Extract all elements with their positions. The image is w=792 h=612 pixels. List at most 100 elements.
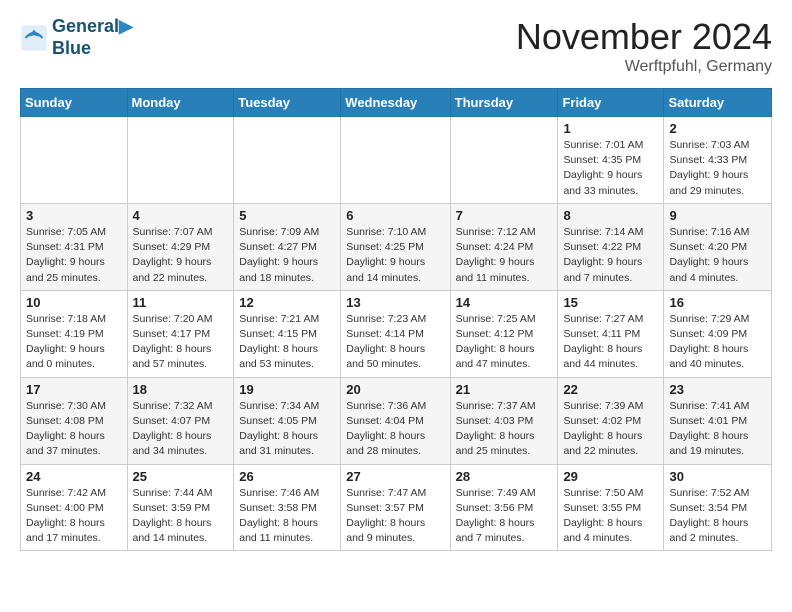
day-number: 4	[133, 208, 229, 223]
calendar-cell: 26Sunrise: 7:46 AM Sunset: 3:58 PM Dayli…	[234, 464, 341, 551]
day-number: 22	[563, 382, 658, 397]
day-info: Sunrise: 7:41 AM Sunset: 4:01 PM Dayligh…	[669, 399, 766, 460]
day-info: Sunrise: 7:42 AM Sunset: 4:00 PM Dayligh…	[26, 486, 122, 547]
day-info: Sunrise: 7:34 AM Sunset: 4:05 PM Dayligh…	[239, 399, 335, 460]
day-info: Sunrise: 7:44 AM Sunset: 3:59 PM Dayligh…	[133, 486, 229, 547]
day-info: Sunrise: 7:32 AM Sunset: 4:07 PM Dayligh…	[133, 399, 229, 460]
day-info: Sunrise: 7:01 AM Sunset: 4:35 PM Dayligh…	[563, 138, 658, 199]
calendar-cell: 22 Sunrise: 7:39 AM Sunset: 4:02 PM Dayli…	[558, 377, 664, 464]
calendar-cell: 27 Sunrise: 7:47 AM Sunset: 3:57 PM Dayli…	[341, 464, 450, 551]
day-number: 13	[346, 295, 444, 310]
day-info: Sunrise: 7:23 AM Sunset: 4:14 PM Dayligh…	[346, 312, 444, 373]
month-title: November 2024	[516, 16, 772, 58]
calendar-cell	[234, 117, 341, 204]
day-number: 20	[346, 382, 444, 397]
calendar-cell: 15 Sunrise: 7:27 AM Sunset: 4:11 PM Dayli…	[558, 290, 664, 377]
day-number: 12	[239, 295, 335, 310]
day-number: 6	[346, 208, 444, 223]
day-info: Sunrise: 7:29 AM Sunset: 4:09 PM Dayligh…	[669, 312, 766, 373]
calendar-cell: 18Sunrise: 7:32 AM Sunset: 4:07 PM Dayli…	[127, 377, 234, 464]
day-info: Sunrise: 7:20 AM Sunset: 4:17 PM Dayligh…	[133, 312, 229, 373]
day-number: 16	[669, 295, 766, 310]
day-number: 5	[239, 208, 335, 223]
day-number: 10	[26, 295, 122, 310]
calendar-cell: 14Sunrise: 7:25 AM Sunset: 4:12 PM Dayli…	[450, 290, 558, 377]
day-info: Sunrise: 7:21 AM Sunset: 4:15 PM Dayligh…	[239, 312, 335, 373]
calendar-week-row: 1Sunrise: 7:01 AM Sunset: 4:35 PM Daylig…	[21, 117, 772, 204]
calendar-cell: 25 Sunrise: 7:44 AM Sunset: 3:59 PM Dayli…	[127, 464, 234, 551]
calendar-day-header: Monday	[127, 89, 234, 117]
calendar-cell: 3Sunrise: 7:05 AM Sunset: 4:31 PM Daylig…	[21, 203, 128, 290]
calendar-cell: 17Sunrise: 7:30 AM Sunset: 4:08 PM Dayli…	[21, 377, 128, 464]
calendar-week-row: 24 Sunrise: 7:42 AM Sunset: 4:00 PM Dayli…	[21, 464, 772, 551]
calendar-cell: 28 Sunrise: 7:49 AM Sunset: 3:56 PM Dayli…	[450, 464, 558, 551]
day-number: 2	[669, 121, 766, 136]
calendar-week-row: 17Sunrise: 7:30 AM Sunset: 4:08 PM Dayli…	[21, 377, 772, 464]
calendar-cell: 30 Sunrise: 7:52 AM Sunset: 3:54 PM Dayli…	[664, 464, 772, 551]
day-info: Sunrise: 7:36 AM Sunset: 4:04 PM Dayligh…	[346, 399, 444, 460]
day-info: Sunrise: 7:47 AM Sunset: 3:57 PM Dayligh…	[346, 486, 444, 547]
day-info: Sunrise: 7:39 AM Sunset: 4:02 PM Dayligh…	[563, 399, 658, 460]
calendar-cell	[450, 117, 558, 204]
day-info: Sunrise: 7:52 AM Sunset: 3:54 PM Dayligh…	[669, 486, 766, 547]
calendar-cell: 9 Sunrise: 7:16 AM Sunset: 4:20 PM Daylig…	[664, 203, 772, 290]
calendar-day-header: Wednesday	[341, 89, 450, 117]
calendar-cell: 6 Sunrise: 7:10 AM Sunset: 4:25 PM Daylig…	[341, 203, 450, 290]
calendar-cell: 29 Sunrise: 7:50 AM Sunset: 3:55 PM Dayli…	[558, 464, 664, 551]
calendar: SundayMondayTuesdayWednesdayThursdayFrid…	[20, 88, 772, 551]
title-block: November 2024 Werftpfuhl, Germany	[516, 16, 772, 76]
calendar-week-row: 10 Sunrise: 7:18 AM Sunset: 4:19 PM Dayli…	[21, 290, 772, 377]
day-number: 15	[563, 295, 658, 310]
day-number: 29	[563, 469, 658, 484]
calendar-cell: 12 Sunrise: 7:21 AM Sunset: 4:15 PM Dayli…	[234, 290, 341, 377]
day-number: 3	[26, 208, 122, 223]
day-number: 9	[669, 208, 766, 223]
day-info: Sunrise: 7:16 AM Sunset: 4:20 PM Dayligh…	[669, 225, 766, 286]
calendar-day-header: Sunday	[21, 89, 128, 117]
calendar-cell: 19Sunrise: 7:34 AM Sunset: 4:05 PM Dayli…	[234, 377, 341, 464]
day-info: Sunrise: 7:50 AM Sunset: 3:55 PM Dayligh…	[563, 486, 658, 547]
day-info: Sunrise: 7:18 AM Sunset: 4:19 PM Dayligh…	[26, 312, 122, 373]
day-info: Sunrise: 7:46 AM Sunset: 3:58 PM Dayligh…	[239, 486, 335, 547]
day-number: 17	[26, 382, 122, 397]
calendar-cell: 23 Sunrise: 7:41 AM Sunset: 4:01 PM Dayli…	[664, 377, 772, 464]
day-number: 27	[346, 469, 444, 484]
calendar-cell: 20 Sunrise: 7:36 AM Sunset: 4:04 PM Dayli…	[341, 377, 450, 464]
calendar-cell: 21Sunrise: 7:37 AM Sunset: 4:03 PM Dayli…	[450, 377, 558, 464]
day-number: 7	[456, 208, 553, 223]
day-info: Sunrise: 7:25 AM Sunset: 4:12 PM Dayligh…	[456, 312, 553, 373]
calendar-cell: 2 Sunrise: 7:03 AM Sunset: 4:33 PM Daylig…	[664, 117, 772, 204]
calendar-day-header: Tuesday	[234, 89, 341, 117]
day-info: Sunrise: 7:09 AM Sunset: 4:27 PM Dayligh…	[239, 225, 335, 286]
calendar-day-header: Friday	[558, 89, 664, 117]
logo-icon	[20, 24, 48, 52]
day-info: Sunrise: 7:03 AM Sunset: 4:33 PM Dayligh…	[669, 138, 766, 199]
calendar-cell: 8Sunrise: 7:14 AM Sunset: 4:22 PM Daylig…	[558, 203, 664, 290]
calendar-cell: 24 Sunrise: 7:42 AM Sunset: 4:00 PM Dayli…	[21, 464, 128, 551]
calendar-day-header: Thursday	[450, 89, 558, 117]
day-number: 30	[669, 469, 766, 484]
calendar-cell: 11 Sunrise: 7:20 AM Sunset: 4:17 PM Dayli…	[127, 290, 234, 377]
day-number: 28	[456, 469, 553, 484]
day-info: Sunrise: 7:49 AM Sunset: 3:56 PM Dayligh…	[456, 486, 553, 547]
day-number: 21	[456, 382, 553, 397]
day-info: Sunrise: 7:27 AM Sunset: 4:11 PM Dayligh…	[563, 312, 658, 373]
calendar-cell: 13 Sunrise: 7:23 AM Sunset: 4:14 PM Dayli…	[341, 290, 450, 377]
day-info: Sunrise: 7:10 AM Sunset: 4:25 PM Dayligh…	[346, 225, 444, 286]
calendar-cell: 10 Sunrise: 7:18 AM Sunset: 4:19 PM Dayli…	[21, 290, 128, 377]
calendar-cell	[341, 117, 450, 204]
day-info: Sunrise: 7:07 AM Sunset: 4:29 PM Dayligh…	[133, 225, 229, 286]
calendar-week-row: 3Sunrise: 7:05 AM Sunset: 4:31 PM Daylig…	[21, 203, 772, 290]
calendar-cell: 5 Sunrise: 7:09 AM Sunset: 4:27 PM Daylig…	[234, 203, 341, 290]
location: Werftpfuhl, Germany	[516, 58, 772, 76]
day-number: 25	[133, 469, 229, 484]
day-number: 23	[669, 382, 766, 397]
day-info: Sunrise: 7:14 AM Sunset: 4:22 PM Dayligh…	[563, 225, 658, 286]
calendar-cell: 7Sunrise: 7:12 AM Sunset: 4:24 PM Daylig…	[450, 203, 558, 290]
calendar-cell: 4 Sunrise: 7:07 AM Sunset: 4:29 PM Daylig…	[127, 203, 234, 290]
calendar-cell: 1Sunrise: 7:01 AM Sunset: 4:35 PM Daylig…	[558, 117, 664, 204]
day-number: 11	[133, 295, 229, 310]
day-number: 24	[26, 469, 122, 484]
calendar-cell	[127, 117, 234, 204]
calendar-header-row: SundayMondayTuesdayWednesdayThursdayFrid…	[21, 89, 772, 117]
